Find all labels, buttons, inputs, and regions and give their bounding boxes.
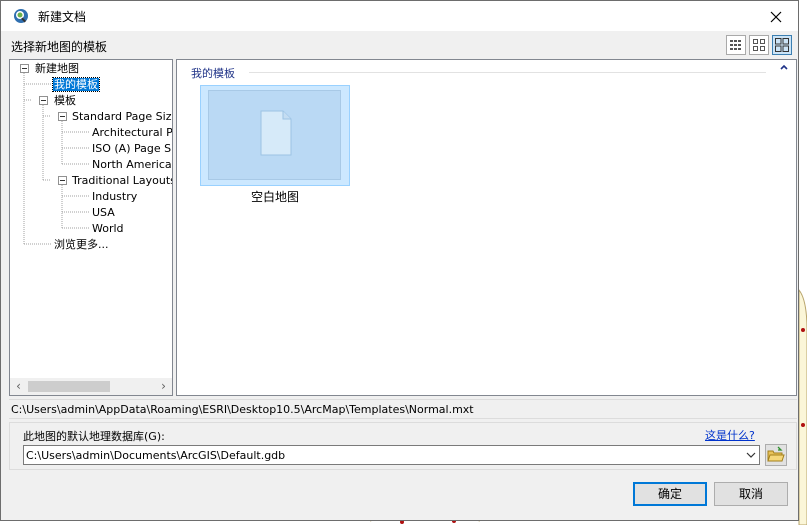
tree-node-iso-a[interactable]: ISO (A) Page Siz (92, 141, 172, 156)
tree-node-usa[interactable]: USA (92, 205, 115, 220)
view-mode-buttons (726, 35, 792, 55)
template-tile-blank-map[interactable] (200, 85, 350, 186)
whats-this-link[interactable]: 这是什么? (705, 427, 755, 443)
window-title: 新建文档 (38, 10, 87, 24)
template-tile-label: 空白地图 (250, 190, 299, 204)
chevron-down-icon[interactable] (745, 449, 757, 461)
new-document-dialog: 新建文档 选择新地图的模板 新建地图 我的模板 模板 Standard Page… (0, 0, 799, 521)
template-thumbnail (208, 90, 341, 180)
scroll-right-icon[interactable]: › (155, 378, 172, 395)
collapse-traditional-layouts-toggle[interactable] (58, 176, 67, 185)
blank-document-icon (260, 110, 292, 156)
tree-connector-lines (23, 73, 90, 245)
tree-node-north-american[interactable]: North American ( (92, 157, 172, 172)
collapse-templates-toggle[interactable] (39, 96, 48, 105)
title-bar: 新建文档 (1, 1, 798, 31)
tree-node-world[interactable]: World (92, 221, 124, 236)
ok-button[interactable]: 确定 (633, 482, 707, 506)
medium-icons-view-button[interactable] (749, 35, 769, 55)
template-gallery: 我的模板 空白地图 (176, 59, 797, 396)
collapse-standard-page-sizes-toggle[interactable] (58, 112, 67, 121)
tree-horizontal-scrollbar[interactable]: ‹ › (10, 378, 172, 395)
close-icon (770, 11, 781, 22)
tree-node-new-map[interactable]: 新建地图 (35, 61, 79, 76)
template-tree[interactable]: 新建地图 我的模板 模板 Standard Page Sizes Archite… (9, 59, 173, 396)
group-header-my-templates: 我的模板 (191, 67, 235, 80)
group-divider (249, 72, 766, 73)
default-geodatabase-label: 此地图的默认地理数据库(G): (23, 430, 165, 443)
collapse-group-icon[interactable] (779, 62, 789, 72)
medium-icons-view-icon (753, 39, 765, 51)
collapse-new-map-toggle[interactable] (20, 64, 29, 73)
scroll-left-icon[interactable]: ‹ (10, 378, 27, 395)
details-view-button[interactable] (726, 35, 746, 55)
browse-geodatabase-button[interactable] (765, 444, 787, 466)
default-geodatabase-combobox[interactable] (23, 445, 760, 465)
template-path: C:\Users\admin\AppData\Roaming\ESRI\Desk… (9, 399, 797, 419)
tree-node-templates[interactable]: 模板 (54, 93, 76, 108)
section-heading: 选择新地图的模板 (11, 40, 108, 54)
tree-node-my-templates[interactable]: 我的模板 (52, 77, 100, 92)
cancel-button[interactable]: 取消 (714, 482, 788, 506)
close-button[interactable] (753, 1, 798, 31)
scrollbar-thumb[interactable] (28, 381, 110, 392)
arcmap-app-icon (14, 9, 28, 23)
tree-node-industry[interactable]: Industry (92, 189, 137, 204)
tree-node-standard-page-sizes[interactable]: Standard Page Sizes (72, 109, 172, 124)
tree-node-traditional-layouts[interactable]: Traditional Layouts (72, 173, 172, 188)
open-folder-icon (767, 446, 785, 462)
tree-node-architectural[interactable]: Architectural Pag (92, 125, 172, 140)
large-icons-view-icon (775, 38, 789, 52)
tree-node-browse-more[interactable]: 浏览更多... (54, 237, 109, 252)
details-view-icon (730, 40, 741, 50)
default-geodatabase-input[interactable] (26, 447, 736, 463)
large-icons-view-button[interactable] (772, 35, 792, 55)
tree-node-my-templates-label: 我的模板 (52, 77, 100, 92)
